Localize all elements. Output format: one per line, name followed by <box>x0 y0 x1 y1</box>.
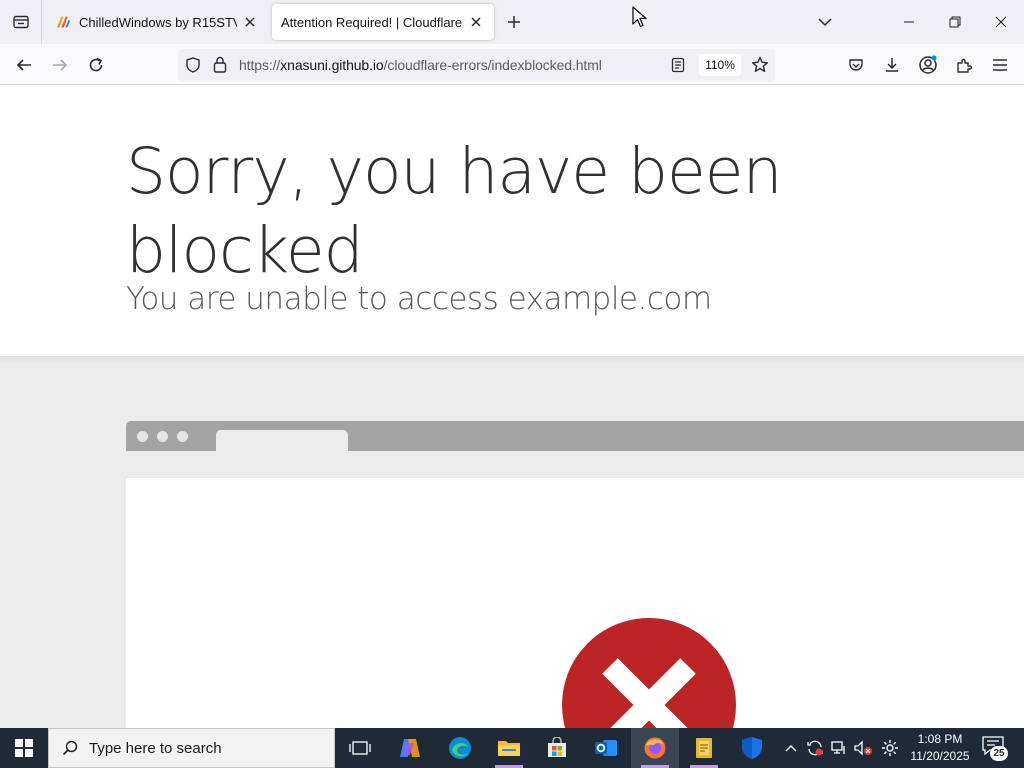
firefox-icon <box>644 737 666 759</box>
reload-icon <box>89 57 103 72</box>
tab-title: ChilledWindows by R15STV <box>79 14 237 30</box>
close-tab-icon[interactable] <box>237 9 263 35</box>
back-button[interactable] <box>8 49 40 81</box>
start-button[interactable] <box>0 728 48 768</box>
url-scheme: https:// <box>239 57 281 73</box>
account-button[interactable] <box>912 49 944 81</box>
taskbar-store[interactable] <box>533 728 581 768</box>
error-x-icon <box>562 618 736 728</box>
browser-illustration-frame <box>126 421 1024 451</box>
task-view-button[interactable] <box>336 728 384 768</box>
volume-muted-icon[interactable] <box>851 736 875 760</box>
notification-center-button[interactable]: 25 <box>982 736 1010 762</box>
taskbar-windows-security[interactable] <box>728 728 776 768</box>
taskbar-clock[interactable]: 1:08 PM 11/20/2025 <box>905 731 975 765</box>
url-path: /cloudflare-errors/indexblocked.html <box>383 57 602 73</box>
page-subtitle: You are unable to access example.com <box>126 281 712 317</box>
tab-cloudflare[interactable]: Attention Required! | Cloudflare <box>272 4 494 40</box>
minimize-button[interactable] <box>886 0 932 44</box>
reader-view-icon[interactable] <box>671 57 685 78</box>
arrow-right-icon <box>53 59 68 71</box>
chevron-down-icon <box>818 18 832 27</box>
browser-illustration-body <box>126 478 1024 728</box>
search-placeholder: Type here to search <box>89 739 222 757</box>
taskbar-edge[interactable] <box>436 728 484 768</box>
error-header: Sorry, you have been blocked You are una… <box>0 85 1024 356</box>
restore-button[interactable] <box>932 0 978 44</box>
arrow-left-icon <box>16 59 31 71</box>
page-content: Sorry, you have been blocked You are una… <box>0 85 1024 728</box>
outlook-icon <box>595 740 617 756</box>
search-icon <box>62 740 78 756</box>
zoom-level-button[interactable]: 110% <box>699 54 741 76</box>
extensions-button[interactable] <box>948 49 980 81</box>
close-icon <box>995 16 1007 28</box>
sync-status-icon[interactable] <box>803 736 827 760</box>
store-icon <box>548 737 566 757</box>
plus-icon <box>508 16 520 28</box>
tab-overview-icon <box>12 15 29 29</box>
network-icon[interactable] <box>827 736 851 760</box>
edge-icon <box>449 737 471 759</box>
shield-security-icon <box>742 737 762 759</box>
windows-taskbar: Type here to search 1:08 PM 11/20/2025 2… <box>0 728 1024 768</box>
shield-icon[interactable] <box>185 57 201 78</box>
navigation-toolbar: https://xnasuni.github.io/cloudflare-err… <box>0 44 1024 85</box>
pocket-button[interactable] <box>840 49 872 81</box>
list-all-tabs-button[interactable] <box>0 0 42 44</box>
taskbar-outlook[interactable] <box>582 728 630 768</box>
notes-app-icon <box>696 738 712 758</box>
star-bookmark-icon[interactable] <box>751 56 769 79</box>
taskbar-file-explorer[interactable] <box>485 728 533 768</box>
illustration-dot <box>177 431 188 442</box>
lock-icon[interactable] <box>213 56 227 78</box>
clock-time: 1:08 PM <box>917 732 963 746</box>
copilot-icon <box>400 739 420 757</box>
screen: ChilledWindows by R15STV Attention Requi… <box>0 0 1024 768</box>
folder-icon <box>498 741 520 756</box>
illustration-tab <box>216 430 348 451</box>
puzzle-icon <box>956 58 972 73</box>
taskbar-search-box[interactable]: Type here to search <box>48 728 335 768</box>
page-title: Sorry, you have been blocked <box>126 135 783 287</box>
windows-logo-icon <box>15 739 33 757</box>
notification-count-badge: 25 <box>990 746 1008 761</box>
minimize-icon <box>904 21 914 23</box>
taskbar-notes-app[interactable] <box>680 728 728 768</box>
show-hidden-icons-chevron-up-icon[interactable] <box>779 736 803 760</box>
taskbar-firefox[interactable] <box>631 728 679 768</box>
clock-date: 11/20/2025 <box>910 749 970 763</box>
taskbar-copilot[interactable] <box>386 728 434 768</box>
close-window-button[interactable] <box>978 0 1024 44</box>
download-icon <box>886 58 898 72</box>
tab-strip: ChilledWindows by R15STV Attention Requi… <box>0 0 1024 44</box>
tab-list-dropdown-button[interactable] <box>811 8 839 36</box>
close-tab-icon[interactable] <box>463 9 489 35</box>
downloads-button[interactable] <box>876 49 908 81</box>
tab-title: Attention Required! | Cloudflare <box>281 14 463 30</box>
pocket-icon <box>849 59 863 71</box>
url-text[interactable]: https://xnasuni.github.io/cloudflare-err… <box>239 57 602 73</box>
reload-button[interactable] <box>80 49 112 81</box>
illustration-dot <box>157 431 168 442</box>
settings-gear-icon[interactable] <box>878 736 902 760</box>
restore-icon <box>949 16 961 28</box>
mouse-cursor-icon <box>632 6 647 28</box>
address-bar[interactable]: https://xnasuni.github.io/cloudflare-err… <box>178 49 775 81</box>
hamburger-menu-icon <box>993 59 1007 71</box>
account-icon <box>919 55 937 74</box>
url-host: xnasuni.github.io <box>280 57 384 73</box>
task-view-icon <box>349 741 371 755</box>
github-pages-favicon-icon <box>56 14 72 30</box>
illustration-dot <box>137 431 148 442</box>
new-tab-button[interactable] <box>500 8 528 36</box>
menu-button[interactable] <box>984 49 1016 81</box>
tab-chilledwindows[interactable]: ChilledWindows by R15STV <box>46 4 268 40</box>
forward-button[interactable] <box>44 49 76 81</box>
